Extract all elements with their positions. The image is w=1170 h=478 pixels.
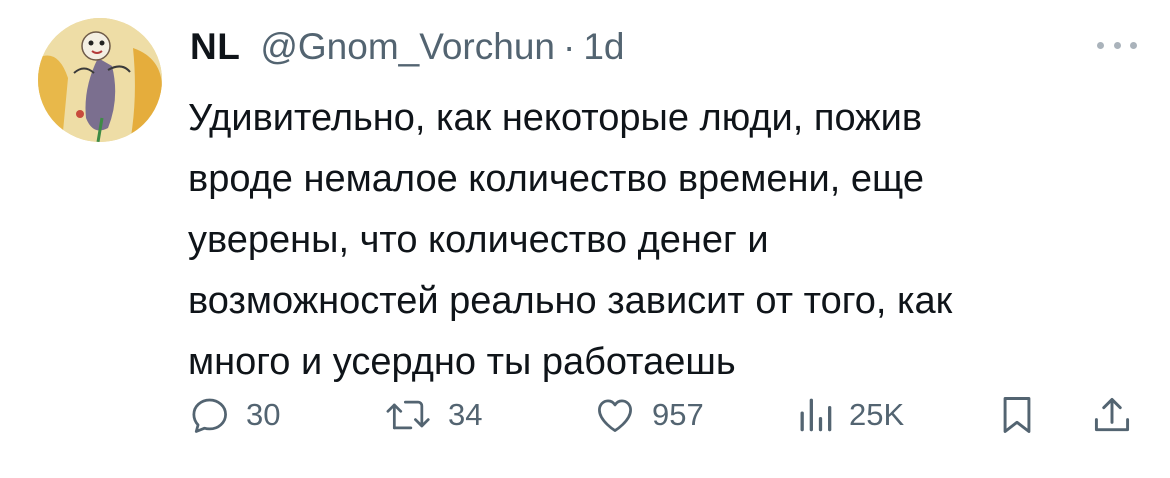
share-icon (1094, 397, 1130, 432)
more-dot (1113, 41, 1121, 49)
views-count: 25K (849, 397, 905, 432)
separator-dot: · (563, 26, 576, 67)
views-chart-icon (800, 398, 832, 432)
more-dot (1130, 41, 1137, 49)
action-bar: 30 34 957 25K (0, 390, 1170, 440)
tweet-text-line: Удивительно, как некоторые люди, пожив (188, 97, 923, 139)
tweet-text-line: много и усердно ты работаешь (188, 341, 736, 383)
reply-count: 30 (246, 397, 281, 432)
reply-button[interactable]: 30 (188, 390, 280, 440)
tweet-text: Удивительно, как некоторые люди, пожив в… (188, 88, 1148, 393)
more-options-button[interactable] (1097, 38, 1137, 52)
heart-icon (598, 399, 632, 432)
reply-icon (192, 398, 227, 433)
views-button[interactable]: 25K (795, 390, 904, 440)
user-handle[interactable]: @Gnom_Vorchun (260, 26, 555, 68)
more-dot (1097, 41, 1104, 49)
retweet-icon (386, 400, 430, 430)
tweet[interactable]: NL @Gnom_Vorchun · 1d Удивительно, как н… (0, 0, 1170, 478)
share-button[interactable] (1090, 390, 1134, 440)
avatar-image (38, 18, 162, 142)
bookmark-button[interactable] (1000, 390, 1034, 440)
like-button[interactable]: 957 (592, 390, 704, 440)
tweet-text-line: возможностей реально зависит от того, ка… (188, 280, 953, 322)
like-count: 957 (652, 397, 704, 432)
timestamp[interactable]: 1d (583, 26, 624, 68)
bookmark-icon (1003, 397, 1031, 433)
tweet-text-line: вроде немалое количество времени, еще (188, 158, 924, 200)
tweet-header: NL @Gnom_Vorchun · 1d (190, 22, 624, 72)
tweet-text-line: уверены, что количество денег и (188, 219, 769, 261)
display-name[interactable]: NL (190, 26, 240, 68)
retweet-button[interactable]: 34 (384, 390, 482, 440)
retweet-count: 34 (448, 397, 483, 432)
avatar[interactable] (38, 18, 162, 142)
